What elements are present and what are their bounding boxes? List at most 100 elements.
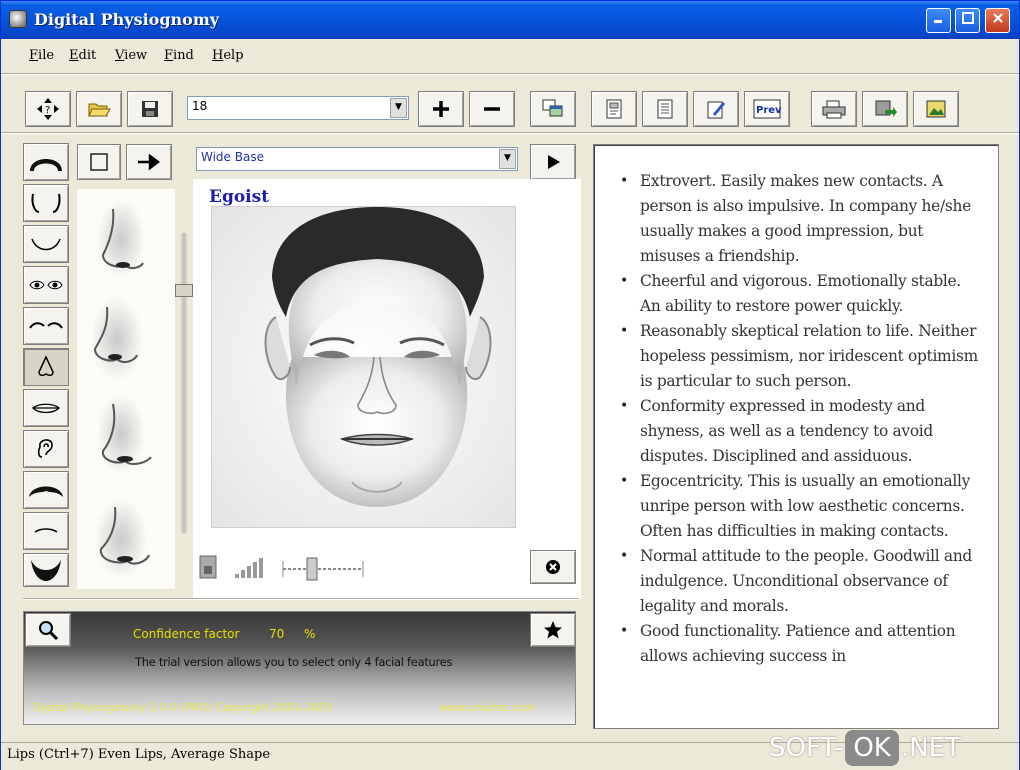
feature-mouth-button[interactable]: [23, 389, 69, 427]
watermark: SOFT- OK .NET: [769, 728, 961, 768]
favorite-button[interactable]: [530, 613, 576, 647]
feature-nose-button[interactable]: [23, 348, 69, 386]
picture-icon: [926, 100, 946, 118]
feature-variant-combo[interactable]: Wide Base ▼: [196, 147, 518, 171]
menu-help[interactable]: Help: [212, 48, 244, 63]
image-button[interactable]: [913, 91, 959, 127]
description-item: Conformity expressed in modesty and shyn…: [620, 394, 982, 469]
close-icon: [992, 13, 1003, 23]
move-tool-button[interactable]: ?: [25, 91, 71, 127]
confidence-unit: %: [304, 627, 316, 641]
maximize-button[interactable]: [955, 8, 980, 33]
bars-icon: [235, 558, 263, 578]
toolbar-separator: [1, 132, 1019, 134]
notes-icon: [657, 99, 673, 119]
compare-windows-icon: [542, 99, 563, 117]
delete-feature-button[interactable]: [198, 554, 218, 584]
app-window: Digital Physiognomy File Edit View Find …: [0, 0, 1020, 770]
menu-edit[interactable]: Edit: [69, 48, 96, 63]
title-bar[interactable]: Digital Physiognomy: [1, 1, 1019, 39]
notes-button[interactable]: [642, 91, 688, 127]
report-button[interactable]: [591, 91, 637, 127]
minimize-button[interactable]: [926, 8, 951, 33]
nose-list-scroll-thumb[interactable]: [175, 284, 193, 297]
watermark-left: SOFT-: [769, 733, 844, 763]
nose-list-scroll-track[interactable]: [180, 233, 188, 533]
pencil-document-icon: [707, 101, 725, 119]
close-button[interactable]: [985, 8, 1010, 33]
compare-button[interactable]: [530, 91, 576, 127]
signal-strength-indicator: [233, 556, 267, 584]
dropdown-arrow-icon[interactable]: ▼: [390, 98, 407, 118]
feature-hair-button[interactable]: [23, 143, 69, 181]
magnifier-icon: [39, 621, 59, 641]
eyebrows-icon: [29, 322, 63, 329]
nose-thumb-1[interactable]: [97, 199, 145, 279]
print-button[interactable]: [811, 91, 857, 127]
portrait-type-label: Egoist: [209, 187, 270, 207]
description-item: Cheerful and vigorous. Emotionally stabl…: [620, 269, 982, 319]
website-link[interactable]: www.uniphiz.com: [439, 701, 535, 714]
nose-variants-list: [77, 189, 175, 589]
beard-icon: [31, 560, 61, 581]
plus-icon: [433, 101, 449, 117]
next-arrow-button[interactable]: [126, 144, 172, 180]
feature-ear-button[interactable]: [23, 430, 69, 468]
size-combo[interactable]: 18 ▼: [187, 96, 409, 120]
export-icon: [875, 100, 897, 117]
description-panel[interactable]: Extrovert. Easily makes new contacts. A …: [593, 144, 999, 729]
zoom-out-button[interactable]: [469, 91, 515, 127]
description-item: Normal attitude to the people. Goodwill …: [620, 544, 982, 619]
adjust-slider[interactable]: [281, 555, 365, 587]
save-button[interactable]: [127, 91, 173, 127]
nose-thumb-3[interactable]: [97, 394, 152, 474]
print-preview-icon: Prev: [753, 99, 782, 119]
play-button[interactable]: [530, 144, 576, 180]
floppy-disk-icon: [142, 101, 158, 117]
star-icon: [544, 621, 562, 639]
feature-eyes-button[interactable]: [23, 266, 69, 304]
nose-thumb-2[interactable]: [91, 297, 143, 381]
play-icon: [548, 155, 560, 169]
slider-icon: [282, 557, 364, 581]
rectangle-select-button[interactable]: [77, 144, 121, 180]
ear-icon: [37, 439, 53, 458]
feature-face-shape-button[interactable]: [23, 184, 69, 222]
move-arrows-icon: ?: [37, 98, 59, 120]
nose-icon: [38, 355, 54, 377]
portrait-image[interactable]: [211, 206, 516, 528]
menu-find[interactable]: Find: [164, 48, 194, 63]
zoom-in-button[interactable]: [418, 91, 464, 127]
menu-bar: File Edit View Find Help: [1, 41, 1019, 71]
app-icon[interactable]: [9, 10, 27, 28]
feature-beard-button[interactable]: [23, 553, 69, 587]
nose-thumb-4[interactable]: [95, 499, 150, 579]
svg-text:Prev: Prev: [756, 105, 782, 116]
description-item: Reasonably skeptical relation to life. N…: [620, 319, 982, 394]
print-preview-button[interactable]: Prev: [744, 91, 790, 127]
export-button[interactable]: [862, 91, 908, 127]
feature-variant-value: Wide Base: [201, 150, 264, 164]
open-button[interactable]: [76, 91, 122, 127]
reset-button[interactable]: [530, 550, 576, 584]
menu-file[interactable]: File: [29, 48, 54, 63]
hair-icon: [30, 159, 62, 171]
feature-chin-button[interactable]: [23, 225, 69, 263]
menu-view[interactable]: View: [115, 48, 147, 63]
edit-text-button[interactable]: [693, 91, 739, 127]
svg-text:?: ?: [45, 105, 50, 116]
feature-lips-button[interactable]: [23, 512, 69, 550]
maximize-icon: [961, 12, 974, 24]
watermark-right: .NET: [900, 733, 961, 763]
arrow-right-icon: [138, 153, 160, 171]
document-icon: [606, 99, 622, 119]
minus-icon: [484, 107, 500, 111]
description-item: Good functionality. Patience and attenti…: [620, 619, 982, 669]
magnify-button[interactable]: [25, 613, 71, 647]
menu-separator: [1, 73, 1019, 75]
minimize-icon: [933, 20, 942, 23]
feature-eyebrows-button[interactable]: [23, 307, 69, 345]
face-outline-icon: [31, 193, 61, 213]
feature-mustache-button[interactable]: [23, 471, 69, 509]
dropdown-arrow-icon[interactable]: ▼: [499, 149, 516, 169]
